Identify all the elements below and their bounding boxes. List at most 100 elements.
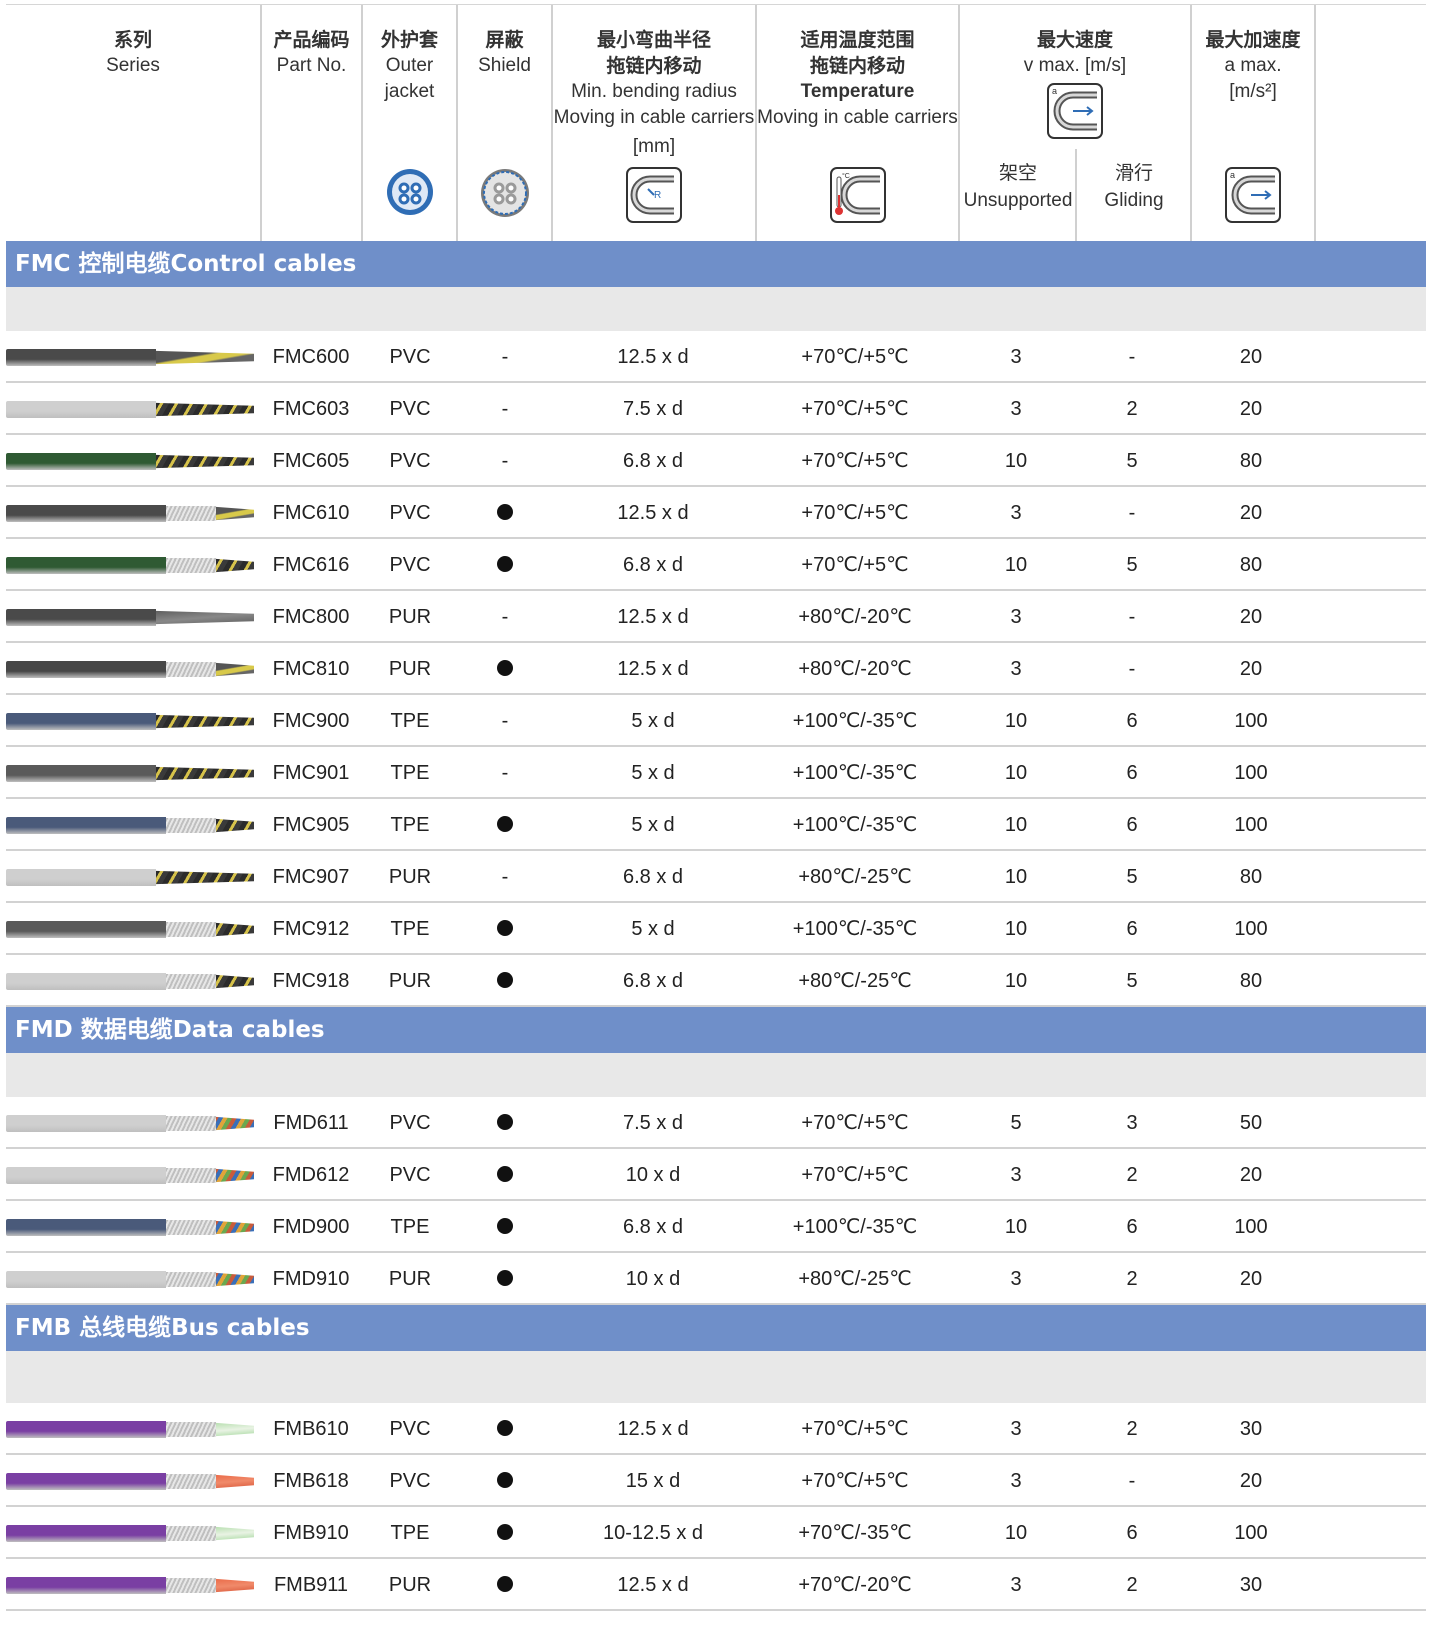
shield-dot-icon (497, 1523, 513, 1540)
bending-radius: 6.8 x d (622, 866, 684, 888)
temperature-range: +70℃/+5℃ (801, 1164, 909, 1186)
temperature-range: +80℃/-20℃ (798, 658, 912, 680)
part-number: FMC610 (272, 502, 350, 524)
header-part-zh: 产品编码 (273, 29, 350, 51)
temperature-range: +100℃/-35℃ (792, 762, 918, 784)
speed-unsupported: 3 (1010, 606, 1022, 628)
speed-unsupported: 10 (1004, 710, 1028, 732)
header-temp-en2: Moving in cable carriers (757, 107, 958, 128)
max-acceleration: 80 (1239, 970, 1263, 992)
speed-gliding: 6 (1126, 762, 1138, 784)
cable-photo (6, 1163, 256, 1187)
cable-photo (6, 917, 256, 941)
speed-gliding: 6 (1126, 814, 1138, 836)
temperature-range: +80℃/-25℃ (798, 866, 912, 888)
shield-dot-icon (497, 815, 513, 832)
speed-unsupported: 3 (1010, 1574, 1022, 1596)
shield-cell (459, 1097, 551, 1147)
max-acceleration: 20 (1239, 606, 1263, 628)
shield-cell: - (501, 606, 509, 628)
outer-jacket: PUR (388, 866, 432, 888)
table-row: FMB910 TPE 10-12.5 x d +70℃/-35℃ 10 6 100 (6, 1507, 1426, 1559)
bending-radius: 12.5 x d (617, 658, 689, 680)
temperature-range: +70℃/-35℃ (798, 1522, 912, 1544)
speed-unsupported: 10 (1004, 866, 1028, 888)
header-shield-zh: 屏蔽 (485, 29, 524, 51)
speed-gliding: 6 (1126, 710, 1138, 732)
max-acceleration: 100 (1234, 918, 1268, 940)
shield-cell (459, 643, 551, 693)
shield-cell (459, 1403, 551, 1453)
speed-gliding: 6 (1126, 1216, 1138, 1238)
table-row: FMC600 PVC - 12.5 x d +70℃/+5℃ 3 - 20 (6, 331, 1426, 383)
bending-radius: 10-12.5 x d (602, 1522, 704, 1544)
speed-gliding: 6 (1126, 1522, 1138, 1544)
temperature-range: +100℃/-35℃ (792, 1216, 918, 1238)
speed-gliding: 5 (1126, 450, 1138, 472)
bending-radius: 6.8 x d (622, 1216, 684, 1238)
bending-radius: 12.5 x d (617, 1574, 689, 1596)
shield-cell (459, 539, 551, 589)
shield-dot-icon (497, 1575, 513, 1592)
max-acceleration: 100 (1234, 710, 1268, 732)
bending-radius: 7.5 x d (622, 1112, 684, 1134)
outer-jacket: PUR (388, 606, 432, 628)
bending-radius: 5 x d (631, 710, 675, 732)
shield-cell (459, 1253, 551, 1303)
outer-jacket: PUR (388, 1574, 432, 1596)
section-spacer (6, 1053, 1426, 1097)
speed-gliding: - (1128, 606, 1136, 628)
shield-cell: - (501, 866, 509, 888)
header-accel: 最大加速度 a max. [m/s²] a (1192, 5, 1316, 241)
table-row: FMC905 TPE 5 x d +100℃/-35℃ 10 6 100 (6, 799, 1426, 851)
header-speed: 最大速度 v max. [m/s] a 架空 Unsupported 滑行 Gl… (960, 5, 1192, 241)
max-acceleration: 20 (1239, 502, 1263, 524)
header-bend-en2: Moving in cable carriers (553, 107, 755, 128)
speed-icon: a (1047, 83, 1103, 139)
section-title: FMD 数据电缆Data cables (6, 1007, 1426, 1053)
section-title: FMB 总线电缆Bus cables (6, 1305, 1426, 1351)
speed-unsupported: 3 (1010, 1164, 1022, 1186)
shield-cell (459, 1507, 551, 1557)
speed-unsupported: 10 (1004, 762, 1028, 784)
shield-cell: - (501, 762, 509, 784)
speed-gliding: 2 (1126, 1418, 1138, 1440)
part-number: FMB910 (273, 1522, 349, 1544)
max-acceleration: 30 (1239, 1574, 1263, 1596)
cable-photo (6, 1521, 256, 1545)
max-acceleration: 20 (1239, 398, 1263, 420)
speed-unsupported: 10 (1004, 1216, 1028, 1238)
table-row: FMD611 PVC 7.5 x d +70℃/+5℃ 5 3 50 (6, 1097, 1426, 1149)
shield-dot-icon (497, 1165, 513, 1182)
part-number: FMD900 (272, 1216, 350, 1238)
speed-gliding: 3 (1126, 1112, 1138, 1134)
shield-cell (459, 1559, 551, 1609)
bending-radius: 15 x d (625, 1470, 681, 1492)
header-series-en: Series (106, 55, 160, 76)
temperature-icon: °C (829, 167, 886, 223)
max-acceleration: 30 (1239, 1418, 1263, 1440)
speed-gliding: - (1128, 502, 1136, 524)
cable-photo (6, 657, 256, 681)
bending-radius: 12.5 x d (617, 1418, 689, 1440)
cable-photo (6, 501, 256, 525)
table-row: FMC603 PVC - 7.5 x d +70℃/+5℃ 3 2 20 (6, 383, 1426, 435)
speed-gliding: 2 (1126, 1574, 1138, 1596)
speed-gliding: 2 (1126, 1268, 1138, 1290)
part-number: FMD611 (273, 1112, 349, 1134)
svg-text:a: a (1052, 86, 1057, 96)
table-row: FMC800 PUR - 12.5 x d +80℃/-20℃ 3 - 20 (6, 591, 1426, 643)
outer-jacket: TPE (390, 1216, 430, 1238)
bending-radius: 5 x d (631, 918, 675, 940)
shield-cell (459, 955, 551, 1005)
section-spacer (6, 1351, 1426, 1403)
part-number: FMD910 (272, 1268, 350, 1290)
speed-gliding: 5 (1126, 554, 1138, 576)
table-row: FMC900 TPE - 5 x d +100℃/-35℃ 10 6 100 (6, 695, 1426, 747)
header-temp-en1: Temperature (800, 81, 915, 102)
svg-text:a: a (1230, 170, 1235, 180)
header-gliding-en: Gliding (1104, 190, 1164, 211)
max-acceleration: 80 (1239, 450, 1263, 472)
shield-dot-icon (497, 555, 513, 572)
cable-photo (6, 553, 256, 577)
